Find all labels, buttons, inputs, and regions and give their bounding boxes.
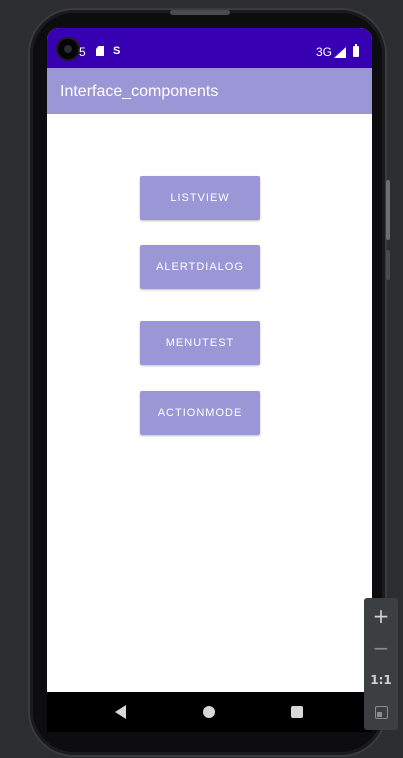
listview-button[interactable]: LISTVIEW — [140, 176, 260, 220]
device-screen: 5 S 3G Interface_components LISTVIEW ALE… — [47, 28, 372, 728]
app-title: Interface_components — [60, 83, 219, 100]
camera-icon — [58, 39, 78, 59]
s-icon: S — [113, 45, 121, 57]
navigation-bar — [47, 692, 372, 732]
zoom-out-button[interactable]: − — [364, 632, 398, 664]
actionmode-button[interactable]: ACTIONMODE — [140, 391, 260, 435]
back-icon[interactable] — [115, 705, 126, 719]
menutest-button[interactable]: MENUTEST — [140, 321, 260, 365]
phone-speaker — [170, 10, 230, 15]
battery-icon — [353, 44, 359, 57]
network-type: 3G — [315, 45, 332, 59]
actual-size-button[interactable]: 1:1 — [364, 664, 398, 696]
zoom-in-button[interactable]: + — [364, 600, 398, 632]
alertdialog-button[interactable]: ALERTDIALOG — [140, 245, 260, 289]
volume-key[interactable] — [386, 250, 390, 280]
home-icon[interactable] — [203, 706, 215, 718]
fit-screen-button[interactable] — [364, 696, 398, 728]
signal-icon — [334, 47, 346, 58]
emulator-stage: 5 S 3G Interface_components LISTVIEW ALE… — [0, 0, 403, 758]
fit-screen-icon — [374, 705, 388, 719]
recents-icon[interactable] — [291, 706, 303, 718]
status-bar: 5 S 3G — [47, 28, 372, 68]
status-time: 5 — [79, 45, 86, 59]
app-bar: Interface_components — [47, 68, 372, 114]
main-content: LISTVIEW ALERTDIALOG MENUTEST ACTIONMODE — [47, 114, 372, 692]
zoom-toolbar: + − 1:1 — [364, 598, 398, 730]
power-key[interactable] — [386, 180, 390, 240]
sd-card-icon — [96, 46, 104, 56]
